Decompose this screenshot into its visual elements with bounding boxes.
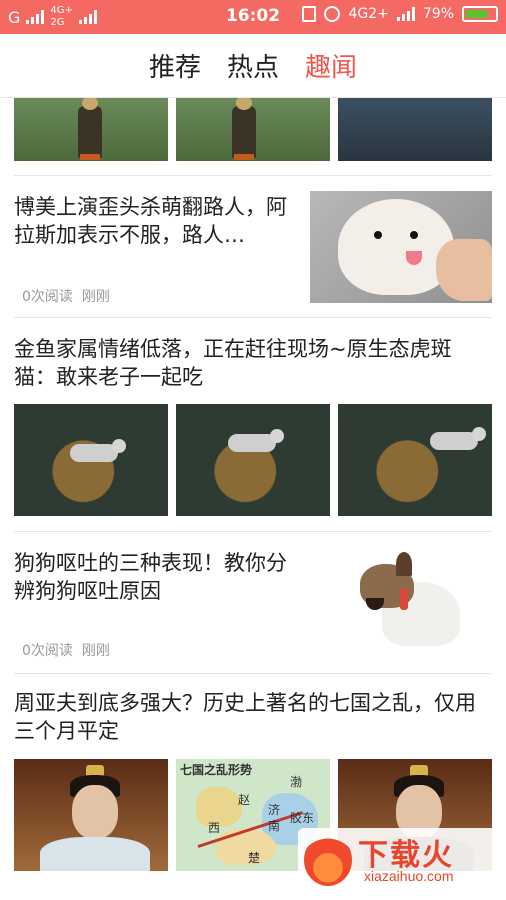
status-bar: G 4G+ 2G 16:02 4G2+ 79% xyxy=(0,0,506,34)
map-label: 济 xyxy=(268,803,281,817)
article-meta: 0次阅读 刚刚 xyxy=(22,286,110,306)
article-title[interactable]: 博美上演歪头杀萌翻路人，阿拉斯加表示不服，路人… xyxy=(14,193,296,249)
map-label: 南 xyxy=(268,819,281,833)
map-label: 胶东 xyxy=(290,811,315,825)
publish-time: 刚刚 xyxy=(81,643,110,659)
watermark-logo: 下载火 xiazaihuo.com xyxy=(298,828,504,890)
category-tabs: 推荐 热点 趣闻 xyxy=(0,34,506,98)
map-label: 楚 xyxy=(248,851,261,865)
publish-time: 刚刚 xyxy=(81,289,110,305)
watermark-domain: xiazaihuo.com xyxy=(364,868,454,884)
article-title[interactable]: 周亚夫到底多强大？历史上著名的七国之乱，仅用三个月平定 xyxy=(14,689,492,745)
article-thumbnail[interactable] xyxy=(14,404,168,516)
read-count: 0次阅读 xyxy=(22,643,73,659)
divider xyxy=(14,175,492,176)
tab-recommend[interactable]: 推荐 xyxy=(149,47,201,84)
battery-icon xyxy=(462,6,498,22)
article-thumbnail[interactable] xyxy=(176,404,330,516)
network-type-right: 4G2+ xyxy=(348,6,389,22)
article-thumbnail[interactable] xyxy=(338,404,492,516)
article-thumbnail[interactable] xyxy=(14,759,168,871)
map-heading: 七国之乱形势 xyxy=(180,763,253,777)
battery-percent: 79% xyxy=(422,6,454,22)
map-label: 渤 xyxy=(290,775,303,789)
article-thumbnail[interactable] xyxy=(310,191,492,303)
article-thumbnail[interactable] xyxy=(338,546,492,660)
map-label: 赵 xyxy=(238,793,251,807)
read-count: 0次阅读 xyxy=(22,289,73,305)
status-right: 4G2+ 79% xyxy=(302,6,498,22)
signal-icon xyxy=(396,7,415,21)
article-thumbnail[interactable] xyxy=(176,98,330,161)
alarm-icon xyxy=(324,6,341,22)
article-title[interactable]: 狗狗呕吐的三种表现！教你分辨狗狗呕吐原因 xyxy=(14,549,296,605)
divider xyxy=(14,317,492,318)
tab-fun[interactable]: 趣闻 xyxy=(305,47,357,84)
tab-hot[interactable]: 热点 xyxy=(227,47,279,84)
map-label: 西 xyxy=(208,821,221,835)
flame-icon xyxy=(304,834,352,886)
article-thumbnail[interactable] xyxy=(14,98,168,161)
divider xyxy=(14,531,492,532)
article-title[interactable]: 金鱼家属情绪低落，正在赶往现场~原生态虎斑猫：敢来老子一起吃 xyxy=(14,335,492,391)
article-meta: 0次阅读 刚刚 xyxy=(22,640,110,660)
battery-level xyxy=(466,10,488,18)
vibrate-icon xyxy=(302,6,317,22)
divider xyxy=(14,673,492,674)
article-thumbnail[interactable] xyxy=(338,98,492,161)
news-feed[interactable]: 博美上演歪头杀萌翻路人，阿拉斯加表示不服，路人… 0次阅读 刚刚 金鱼家属情绪低… xyxy=(0,98,506,900)
